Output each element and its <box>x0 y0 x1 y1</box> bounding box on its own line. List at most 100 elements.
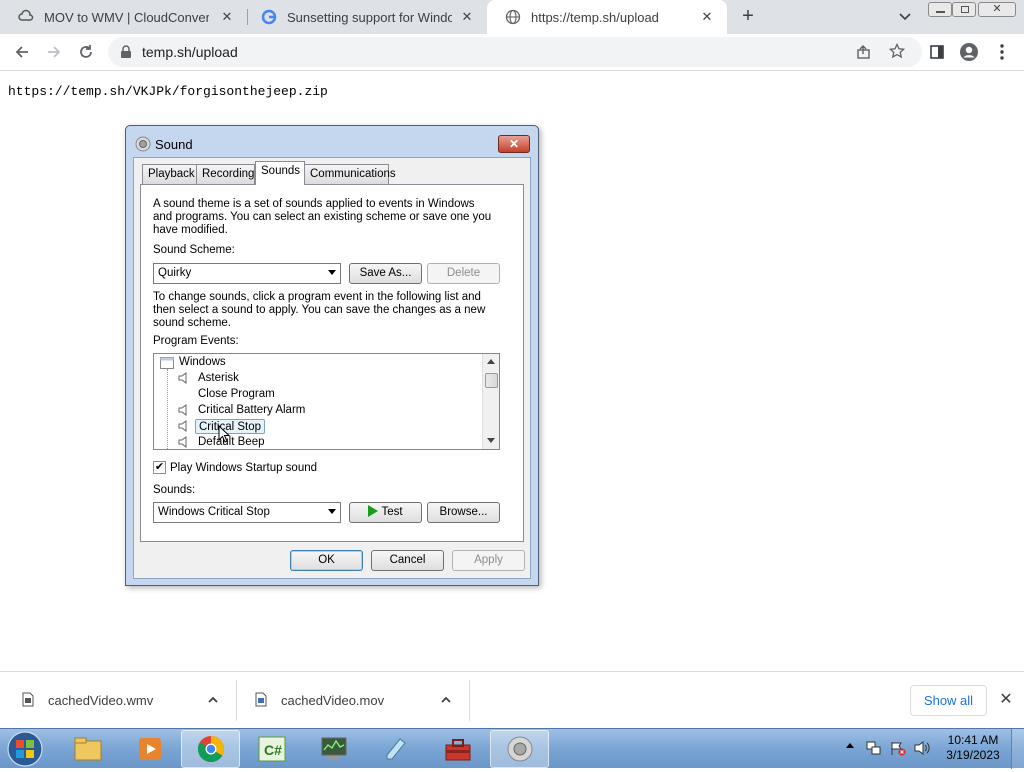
tab-recording[interactable]: Recording <box>196 164 255 184</box>
tab-title: Sunsetting support for Windows <box>287 9 452 25</box>
events-scrollbar[interactable] <box>482 354 499 449</box>
page-link-text[interactable]: https://temp.sh/VKJPk/forgisonthejeep.zi… <box>8 84 328 99</box>
toolbox-icon[interactable] <box>428 730 487 768</box>
task-manager-icon[interactable] <box>304 730 363 768</box>
change-text-line: To change sounds, click a program event … <box>153 291 481 303</box>
program-events-list[interactable]: Windows Asterisk Close Program Critical … <box>153 353 500 450</box>
chevron-up-icon[interactable] <box>206 693 220 710</box>
dropdown-arrow-icon <box>328 270 336 275</box>
browse-button[interactable]: Browse... <box>427 502 500 523</box>
event-item-critical-stop[interactable]: Critical Stop <box>195 419 265 434</box>
event-item-default-beep[interactable]: Default Beep <box>198 435 265 449</box>
tab-playback[interactable]: Playback <box>142 164 197 184</box>
show-desktop-button[interactable] <box>1011 729 1024 769</box>
chrome-icon[interactable] <box>181 730 240 768</box>
profile-avatar-icon[interactable] <box>955 38 983 66</box>
csharp-editor-icon[interactable]: C# <box>242 730 301 768</box>
dialog-close-button[interactable]: ✕ <box>498 135 530 153</box>
volume-icon[interactable] <box>914 740 930 759</box>
intro-text-line: and programs. You can select an existing… <box>153 211 492 223</box>
intro-text-line: A sound theme is a set of sounds applied… <box>153 198 475 210</box>
tab-search-chevron-icon[interactable] <box>896 9 914 25</box>
close-tab-icon[interactable]: ✕ <box>459 9 475 25</box>
sounds-label: Sounds: <box>153 484 196 496</box>
speaker-icon <box>178 404 190 416</box>
cancel-button[interactable]: Cancel <box>371 550 444 571</box>
browser-tab-google[interactable]: Sunsetting support for Windows ✕ <box>243 0 487 34</box>
windows-group-icon <box>160 357 174 369</box>
event-item-close-program[interactable]: Close Program <box>198 387 275 402</box>
file-icon <box>255 692 267 710</box>
chevron-up-icon[interactable] <box>439 693 453 710</box>
download-item[interactable]: cachedVideo.wmv <box>22 672 153 729</box>
close-tab-icon[interactable]: ✕ <box>219 9 235 25</box>
speaker-icon <box>178 372 190 384</box>
sound-scheme-dropdown[interactable]: Quirky <box>153 263 341 284</box>
minimize-button[interactable] <box>928 2 952 17</box>
close-download-bar-icon[interactable]: ✕ <box>998 692 1014 708</box>
action-center-flag-icon[interactable] <box>890 740 906 759</box>
play-icon <box>368 505 379 517</box>
share-icon[interactable] <box>856 44 872 63</box>
startup-sound-label[interactable]: Play Windows Startup sound <box>170 462 317 475</box>
save-as-button[interactable]: Save As... <box>349 263 422 284</box>
browser-tab-active[interactable]: https://temp.sh/upload ✕ <box>487 0 727 34</box>
event-item-critical-battery-alarm[interactable]: Critical Battery Alarm <box>198 403 305 418</box>
show-all-button[interactable]: Show all <box>910 685 987 716</box>
reload-button[interactable] <box>72 38 100 66</box>
tab-sounds[interactable]: Sounds <box>255 161 305 185</box>
sound-dialog: Sound ✕ Playback Recording Sounds Commun… <box>125 125 539 586</box>
address-bar[interactable]: temp.sh/upload <box>108 37 922 67</box>
sound-scheme-label: Sound Scheme: <box>153 244 235 256</box>
file-icon <box>22 692 34 710</box>
system-clock[interactable]: 10:41 AM 3/19/2023 <box>942 733 1004 763</box>
scroll-up-arrow-icon[interactable] <box>487 359 495 364</box>
ok-button[interactable]: OK <box>290 550 363 571</box>
new-tab-button[interactable]: + <box>737 6 759 28</box>
media-player-icon[interactable] <box>120 730 179 768</box>
sound-settings-icon[interactable] <box>490 730 549 768</box>
test-button-label: Test <box>381 506 403 518</box>
explorer-icon[interactable] <box>58 730 117 768</box>
sound-scheme-value: Quirky <box>158 267 192 279</box>
start-button[interactable] <box>4 729 46 769</box>
notepad-icon[interactable] <box>366 730 425 768</box>
startup-sound-checkbox[interactable]: ✔ <box>153 461 166 474</box>
dropdown-arrow-icon <box>328 509 336 514</box>
mouse-cursor-icon <box>218 424 231 446</box>
show-hidden-icons-arrow-icon[interactable] <box>846 743 854 748</box>
dialog-title: Sound <box>155 137 193 152</box>
sound-file-dropdown[interactable]: Windows Critical Stop <box>153 502 341 523</box>
tab-communications[interactable]: Communications <box>304 164 396 184</box>
google-icon <box>261 9 277 25</box>
forward-button[interactable] <box>40 38 68 66</box>
delete-button[interactable]: Delete <box>427 263 500 284</box>
menu-kebab-icon[interactable] <box>988 38 1016 66</box>
tab-title: MOV to WMV | CloudConvert <box>44 9 209 25</box>
window-close-button[interactable]: ✕ <box>978 2 1016 17</box>
download-filename: cachedVideo.mov <box>281 693 385 708</box>
download-separator <box>236 680 237 721</box>
tree-line <box>167 369 168 449</box>
side-panel-icon[interactable] <box>923 38 951 66</box>
clock-date: 3/19/2023 <box>946 748 1000 762</box>
speaker-icon <box>178 420 190 432</box>
download-item[interactable]: cachedVideo.mov <box>255 672 384 729</box>
back-button[interactable] <box>8 38 36 66</box>
event-item-asterisk[interactable]: Asterisk <box>198 371 239 386</box>
lock-icon[interactable] <box>120 45 132 62</box>
browser-toolbar: temp.sh/upload <box>0 34 1024 71</box>
apply-button[interactable]: Apply <box>452 550 525 571</box>
test-button[interactable]: Test <box>349 502 422 523</box>
network-icon[interactable] <box>866 740 882 759</box>
browser-tab-cloudconvert[interactable]: MOV to WMV | CloudConvert ✕ <box>0 0 247 34</box>
speaker-icon <box>178 436 190 448</box>
restore-button[interactable] <box>952 2 976 17</box>
bookmark-star-icon[interactable] <box>888 42 906 62</box>
event-group-windows[interactable]: Windows <box>179 355 226 370</box>
close-tab-icon[interactable]: ✕ <box>699 9 715 25</box>
scroll-down-arrow-icon[interactable] <box>487 438 495 443</box>
dialog-body: Playback Recording Sounds Communications… <box>133 157 531 579</box>
svg-text:C#: C# <box>264 742 282 758</box>
scrollbar-thumb[interactable] <box>485 373 498 388</box>
